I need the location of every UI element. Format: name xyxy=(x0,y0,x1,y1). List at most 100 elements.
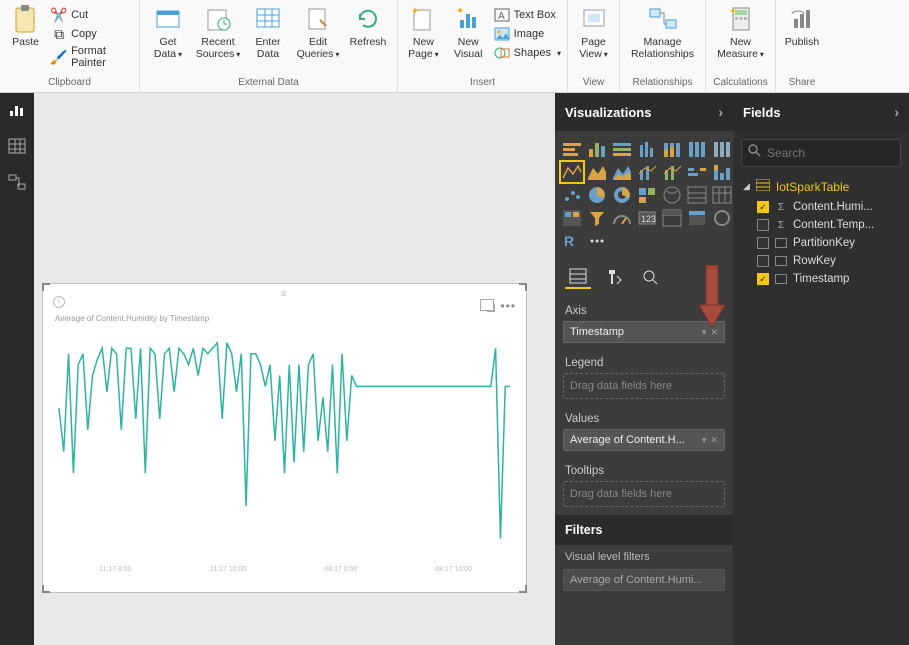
viz-type-icon[interactable] xyxy=(711,208,733,228)
svg-text:08:17 0:00: 08:17 0:00 xyxy=(324,566,357,573)
remove-field-icon[interactable]: ✕ xyxy=(710,327,718,338)
viz-type-icon[interactable] xyxy=(586,162,608,182)
viz-type-icon[interactable] xyxy=(711,162,733,182)
analytics-tab[interactable] xyxy=(637,265,663,289)
viz-type-icon[interactable] xyxy=(611,162,633,182)
image-button[interactable]: Image xyxy=(492,25,563,43)
new-measure-button[interactable]: ✦New Measure xyxy=(710,2,771,62)
text-box-button[interactable]: AText Box xyxy=(492,6,563,24)
field-row[interactable]: PartitionKey xyxy=(733,234,909,252)
viz-type-icon[interactable] xyxy=(561,162,583,182)
viz-type-icon[interactable] xyxy=(611,208,633,228)
page-view-button[interactable]: Page View xyxy=(572,2,615,62)
checkbox[interactable] xyxy=(757,255,769,267)
ribbon-group-calculations: ✦New Measure Calculations xyxy=(706,0,776,92)
visual-filter-pill[interactable]: Average of Content.Humi... xyxy=(563,569,725,591)
chevron-right-icon: › xyxy=(718,104,723,120)
recent-sources-button[interactable]: Recent Sources xyxy=(194,2,242,62)
viz-type-icon[interactable]: R xyxy=(561,231,583,251)
shapes-button[interactable]: Shapes▾ xyxy=(492,44,563,62)
svg-text:123: 123 xyxy=(641,214,656,224)
paste-button[interactable]: Paste xyxy=(4,2,47,50)
chevron-right-icon: › xyxy=(894,104,899,120)
viz-type-icon[interactable] xyxy=(686,185,708,205)
fields-search[interactable] xyxy=(741,139,901,167)
checkbox[interactable] xyxy=(757,219,769,231)
viz-type-icon[interactable] xyxy=(636,185,658,205)
svg-text:R: R xyxy=(564,233,574,249)
legend-dropzone[interactable]: Drag data fields here xyxy=(563,373,725,399)
fields-tab[interactable] xyxy=(565,265,591,289)
axis-field-pill[interactable]: Timestamp ▾✕ xyxy=(563,321,725,343)
get-data-button[interactable]: Get Data xyxy=(144,2,192,62)
info-icon[interactable]: i xyxy=(53,296,65,308)
enter-data-icon xyxy=(252,4,284,34)
ribbon-group-insert: ✦New Page ✦New Visual AText Box Image Sh… xyxy=(398,0,568,92)
remove-field-icon[interactable]: ✕ xyxy=(710,435,718,446)
fields-header[interactable]: Fields › xyxy=(733,93,909,131)
get-data-icon xyxy=(152,4,184,34)
viz-type-icon[interactable] xyxy=(686,208,708,228)
chevron-down-icon[interactable]: ▾ xyxy=(702,435,707,446)
edit-queries-button[interactable]: Edit Queries xyxy=(294,2,342,62)
checkbox[interactable]: ✓ xyxy=(757,273,769,285)
filters-header[interactable]: Filters xyxy=(555,515,733,545)
viz-type-icon[interactable] xyxy=(661,139,683,159)
viz-type-icon[interactable] xyxy=(686,162,708,182)
publish-button[interactable]: Publish xyxy=(780,2,824,50)
visualizations-header[interactable]: Visualizations › xyxy=(555,93,733,131)
checkbox[interactable]: ✓ xyxy=(757,201,769,213)
field-icon xyxy=(775,256,787,266)
viz-type-icon[interactable] xyxy=(686,139,708,159)
drag-grip[interactable]: ≡ xyxy=(281,289,289,300)
svg-text:08:17 10:00: 08:17 10:00 xyxy=(435,566,472,573)
new-visual-button[interactable]: ✦New Visual xyxy=(447,2,490,62)
viz-type-icon[interactable] xyxy=(561,208,583,228)
values-field-pill[interactable]: Average of Content.H... ▾✕ xyxy=(563,429,725,451)
viz-type-icon[interactable] xyxy=(586,139,608,159)
viz-type-icon[interactable] xyxy=(711,139,733,159)
refresh-button[interactable]: Refresh xyxy=(344,2,392,50)
field-row[interactable]: RowKey xyxy=(733,252,909,270)
viz-type-icon[interactable] xyxy=(636,162,658,182)
resize-handle-br[interactable] xyxy=(519,585,527,593)
manage-relationships-button[interactable]: Manage Relationships xyxy=(624,2,701,62)
viz-type-icon[interactable] xyxy=(586,208,608,228)
viz-type-icon[interactable] xyxy=(611,139,633,159)
field-row[interactable]: ✓ΣContent.Humi... xyxy=(733,198,909,216)
report-view-button[interactable] xyxy=(7,101,27,119)
viz-type-icon[interactable] xyxy=(561,185,583,205)
viz-type-icon[interactable] xyxy=(611,185,633,205)
table-node[interactable]: ◢ IotSparkTable xyxy=(733,175,909,198)
viz-type-icon[interactable] xyxy=(586,185,608,205)
format-tab[interactable] xyxy=(601,265,627,289)
viz-type-icon[interactable] xyxy=(711,185,733,205)
report-canvas[interactable]: ≡ i ••• Average of Content.Humidity by T… xyxy=(34,93,555,645)
viz-type-icon[interactable] xyxy=(661,162,683,182)
resize-handle-tl[interactable] xyxy=(42,283,50,291)
viz-type-icon[interactable] xyxy=(586,231,608,251)
enter-data-button[interactable]: Enter Data xyxy=(244,2,292,62)
search-input[interactable] xyxy=(767,146,894,160)
chevron-down-icon[interactable]: ▾ xyxy=(702,327,707,338)
model-view-button[interactable] xyxy=(7,173,27,191)
line-chart-visual[interactable]: ≡ i ••• Average of Content.Humidity by T… xyxy=(42,283,527,593)
more-options-icon[interactable]: ••• xyxy=(500,299,516,313)
viz-type-icon[interactable]: 123 xyxy=(636,208,658,228)
viz-type-icon[interactable] xyxy=(561,139,583,159)
field-row[interactable]: ✓Timestamp xyxy=(733,270,909,288)
copy-button[interactable]: ⧉Copy xyxy=(49,25,135,43)
viz-type-icon[interactable] xyxy=(636,139,658,159)
resize-handle-bl[interactable] xyxy=(42,585,50,593)
checkbox[interactable] xyxy=(757,237,769,249)
focus-mode-icon[interactable] xyxy=(480,299,494,311)
new-page-button[interactable]: ✦New Page xyxy=(402,2,445,62)
cut-button[interactable]: ✂️Cut xyxy=(49,6,135,24)
field-row[interactable]: ΣContent.Temp... xyxy=(733,216,909,234)
format-painter-button[interactable]: 🖌️Format Painter xyxy=(49,44,135,70)
viz-type-icon[interactable] xyxy=(661,185,683,205)
data-view-button[interactable] xyxy=(7,137,27,155)
viz-type-icon[interactable] xyxy=(661,208,683,228)
tooltips-dropzone[interactable]: Drag data fields here xyxy=(563,481,725,507)
resize-handle-tr[interactable] xyxy=(519,283,527,291)
